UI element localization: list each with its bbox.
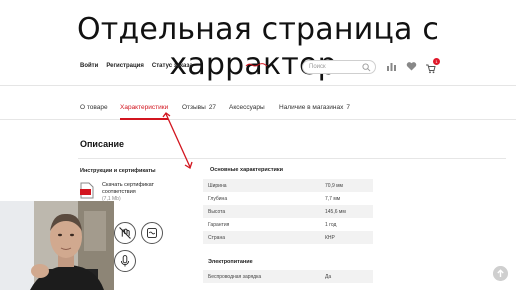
spec-value: 70,9 мм — [325, 182, 343, 189]
search-icon[interactable] — [362, 63, 371, 72]
spec-value: Да — [325, 273, 332, 280]
spec-row: Страна КНР — [203, 231, 373, 244]
spec-name: Гарантия — [208, 221, 230, 228]
order-status-link[interactable]: Статус заказа — [152, 63, 193, 69]
spec-row: Высота 145,6 мм — [203, 205, 373, 218]
spec-row: Гарантия 1 год — [203, 218, 373, 231]
washing-icon — [141, 222, 163, 244]
cart-button[interactable]: 1 — [425, 58, 440, 74]
spec-value: 7,7 мм — [325, 195, 341, 202]
spec-name: Глубина — [208, 195, 228, 202]
active-tab-indicator — [120, 118, 168, 120]
spec-name: Ширина — [208, 182, 227, 189]
presenter-webcam — [0, 201, 114, 290]
spec-value: 1 год — [325, 221, 337, 228]
instructions-title: Инструкции и сертификаты — [80, 168, 156, 174]
section-divider — [78, 158, 506, 159]
reviews-count: 27 — [208, 104, 217, 111]
pdf-icon[interactable] — [80, 182, 94, 199]
cart-badge: 1 — [433, 58, 440, 65]
site-logo[interactable] — [245, 62, 269, 68]
tab-specs[interactable]: Характеристики — [120, 104, 168, 111]
spec-value: 145,6 мм — [325, 208, 346, 215]
scroll-to-top-button[interactable] — [493, 266, 508, 281]
search-input[interactable]: Поиск — [302, 60, 376, 74]
heart-icon[interactable] — [406, 61, 417, 72]
microphone-icon — [114, 250, 136, 272]
certificate-download-link[interactable]: Скачать сертификат соответствия — [102, 182, 172, 196]
tab-store-availability[interactable]: Наличие в магазинах 7 — [279, 104, 350, 111]
tab-accessories[interactable]: Аксессуары — [229, 104, 265, 111]
header-links: Войти Регистрация Статус заказа — [80, 63, 193, 69]
main-specs-table: Ширина 70,9 мм Глубина 7,7 мм Высота 145… — [203, 179, 373, 244]
power-specs-title: Электропитание — [208, 259, 253, 265]
header-divider — [0, 85, 516, 86]
no-touch-icon — [114, 222, 136, 244]
spec-name: Страна — [208, 234, 226, 241]
spec-row: Ширина 70,9 мм — [203, 179, 373, 192]
site-header: Войти Регистрация Статус заказа Поиск 1 — [70, 56, 470, 82]
spec-name: Высота — [208, 208, 226, 215]
stats-icon[interactable] — [386, 61, 397, 72]
spec-row: Глубина 7,7 мм — [203, 192, 373, 205]
spec-value: КНР — [325, 234, 335, 241]
description-title: Описание — [80, 139, 125, 149]
login-link[interactable]: Войти — [80, 63, 98, 69]
main-specs-title: Основные характеристики — [210, 167, 284, 173]
screenshot: Отдельная страница с харрактер. Войти Ре… — [0, 0, 516, 290]
stores-count: 7 — [346, 104, 350, 111]
tab-reviews[interactable]: Отзывы 27 — [182, 104, 216, 111]
spec-row: Беспроводная зарядка Да — [203, 270, 373, 283]
search-placeholder: Поиск — [309, 64, 326, 70]
product-tabs: О товаре Характеристики Отзывы 27 Аксессу… — [0, 96, 516, 120]
spec-name: Беспроводная зарядка — [208, 273, 262, 280]
power-specs-table: Беспроводная зарядка Да — [203, 270, 373, 283]
register-link[interactable]: Регистрация — [106, 63, 144, 69]
tab-about[interactable]: О товаре — [80, 104, 108, 111]
